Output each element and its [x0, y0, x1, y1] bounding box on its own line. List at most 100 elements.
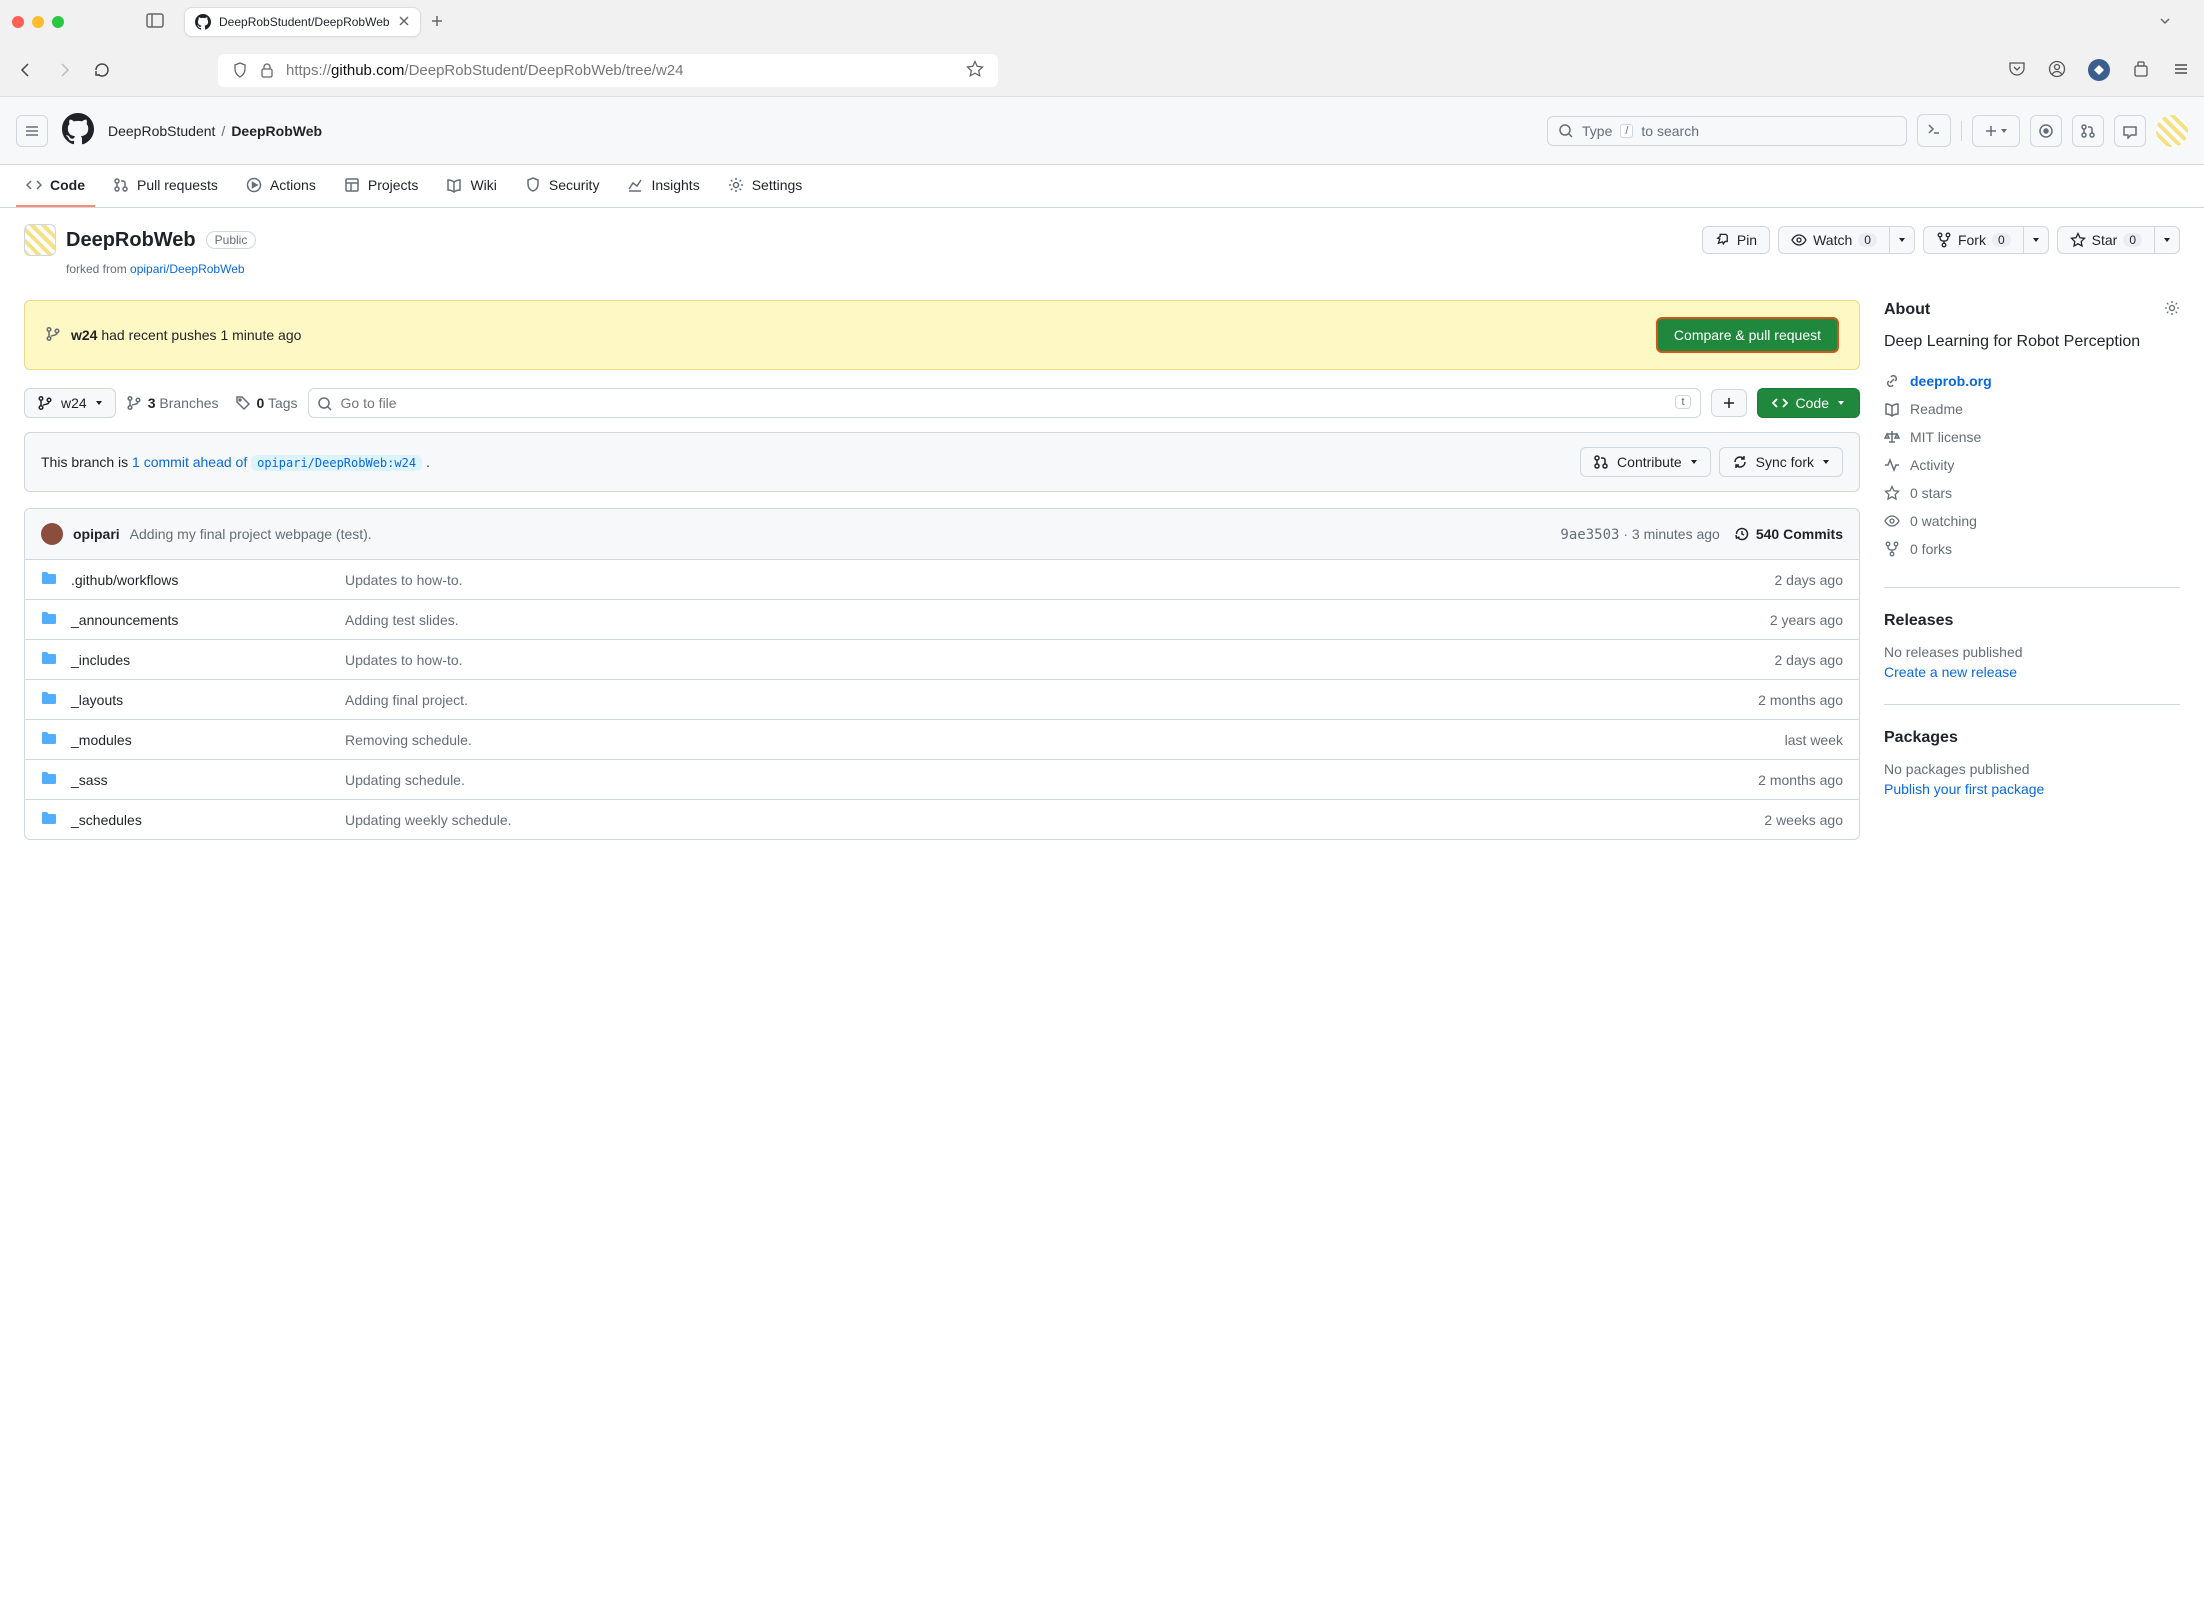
user-avatar[interactable]: [2156, 115, 2188, 147]
file-name[interactable]: _schedules: [71, 812, 331, 828]
website-link[interactable]: deeprob.org: [1910, 373, 1992, 389]
file-commit-message[interactable]: Updating schedule.: [345, 772, 1744, 788]
commit-author[interactable]: opipari: [73, 526, 120, 542]
tab-insights[interactable]: Insights: [617, 165, 709, 207]
new-tab-button[interactable]: [425, 9, 449, 36]
compare-pull-request-button[interactable]: Compare & pull request: [1656, 317, 1839, 353]
github-logo-icon[interactable]: [62, 113, 94, 148]
pull-requests-button[interactable]: [2072, 115, 2104, 147]
create-release-link[interactable]: Create a new release: [1884, 664, 2017, 680]
tab-wiki[interactable]: Wiki: [436, 165, 506, 207]
file-commit-message[interactable]: Adding test slides.: [345, 612, 1756, 628]
readme-row[interactable]: Readme: [1884, 395, 2180, 423]
file-commit-message[interactable]: Removing schedule.: [345, 732, 1771, 748]
file-name[interactable]: _sass: [71, 772, 331, 788]
file-name[interactable]: .github/workflows: [71, 572, 331, 588]
github-header: DeepRobStudent / DeepRobWeb Type / to se…: [0, 97, 2204, 165]
nav-menu-button[interactable]: [16, 115, 48, 147]
watching-row[interactable]: 0 watching: [1884, 507, 2180, 535]
tab-close-icon[interactable]: [398, 14, 410, 30]
branch-icon: [37, 395, 53, 411]
breadcrumb-repo[interactable]: DeepRobWeb: [231, 123, 322, 139]
caret-down-icon: [95, 399, 103, 407]
tab-security[interactable]: Security: [515, 165, 610, 207]
contribute-button[interactable]: Contribute: [1580, 447, 1711, 477]
pin-button[interactable]: Pin: [1702, 226, 1770, 254]
app-menu-icon[interactable]: [2172, 60, 2190, 81]
account-icon[interactable]: [2048, 60, 2066, 81]
extensions-icon[interactable]: [2132, 60, 2150, 81]
reload-button[interactable]: [90, 61, 114, 79]
file-name[interactable]: _includes: [71, 652, 331, 668]
add-file-button[interactable]: [1711, 389, 1747, 417]
issues-button[interactable]: [2030, 115, 2062, 147]
watch-button[interactable]: Watch 0: [1778, 226, 1890, 254]
tab-pull-requests[interactable]: Pull requests: [103, 165, 228, 207]
tag-icon: [235, 395, 251, 411]
file-name[interactable]: _layouts: [71, 692, 331, 708]
browser-tab[interactable]: DeepRobStudent/DeepRobWeb: [184, 7, 421, 37]
forward-button[interactable]: [52, 61, 76, 79]
star-dropdown[interactable]: [2155, 226, 2180, 254]
pocket-icon[interactable]: [2008, 60, 2026, 81]
fork-button[interactable]: Fork 0: [1923, 226, 2024, 254]
about-settings-button[interactable]: [2164, 300, 2180, 319]
tab-overflow-icon[interactable]: [2158, 14, 2172, 31]
sync-fork-button[interactable]: Sync fork: [1719, 447, 1843, 477]
tags-link[interactable]: 0 Tags: [235, 395, 298, 411]
maximize-window-button[interactable]: [52, 16, 64, 28]
commits-link[interactable]: 540 Commits: [1734, 526, 1843, 542]
branch-icon: [126, 395, 142, 411]
url-bar[interactable]: https://github.com/DeepRobStudent/DeepRo…: [218, 54, 998, 87]
bookmark-star-icon[interactable]: [966, 60, 984, 81]
file-commit-message[interactable]: Updates to how-to.: [345, 572, 1761, 588]
compare-ahead-link[interactable]: 1 commit ahead of: [132, 454, 247, 470]
file-age: 2 years ago: [1770, 612, 1843, 628]
minimize-window-button[interactable]: [32, 16, 44, 28]
file-commit-message[interactable]: Updating weekly schedule.: [345, 812, 1750, 828]
tab-settings[interactable]: Settings: [718, 165, 813, 207]
sidebar-toggle-icon[interactable]: [146, 13, 164, 31]
file-commit-message[interactable]: Adding final project.: [345, 692, 1744, 708]
branch-selector[interactable]: w24: [24, 388, 116, 418]
command-palette-button[interactable]: [1917, 114, 1951, 147]
watch-dropdown[interactable]: [1890, 226, 1915, 254]
file-commit-message[interactable]: Updates to how-to.: [345, 652, 1761, 668]
commit-message[interactable]: Adding my final project webpage (test).: [130, 526, 372, 542]
notifications-button[interactable]: [2114, 115, 2146, 147]
stars-row[interactable]: 0 stars: [1884, 479, 2180, 507]
fork-dropdown[interactable]: [2024, 226, 2049, 254]
back-button[interactable]: [14, 61, 38, 79]
activity-row[interactable]: Activity: [1884, 451, 2180, 479]
folder-icon: [41, 730, 57, 749]
branches-link[interactable]: 3 Branches: [126, 395, 219, 411]
tab-code[interactable]: Code: [16, 165, 95, 207]
go-to-file-input[interactable]: [308, 388, 1701, 418]
extension-icon[interactable]: [2088, 59, 2110, 81]
repo-owner-avatar[interactable]: [24, 224, 56, 256]
file-name[interactable]: _modules: [71, 732, 331, 748]
license-row[interactable]: MIT license: [1884, 423, 2180, 451]
repo-name[interactable]: DeepRobWeb: [66, 229, 196, 252]
publish-package-link[interactable]: Publish your first package: [1884, 781, 2044, 797]
folder-icon: [41, 570, 57, 589]
forks-row[interactable]: 0 forks: [1884, 535, 2180, 563]
commit-author-avatar[interactable]: [41, 523, 63, 545]
breadcrumb-owner[interactable]: DeepRobStudent: [108, 123, 215, 139]
code-dropdown-button[interactable]: Code: [1757, 388, 1860, 418]
file-age: 2 days ago: [1775, 572, 1844, 588]
file-row: .github/workflows Updates to how-to. 2 day…: [25, 560, 1859, 600]
caret-down-icon: [1837, 399, 1845, 407]
forked-from-link[interactable]: opipari/DeepRobWeb: [130, 262, 245, 276]
commit-sha[interactable]: 9ae3503: [1560, 527, 1619, 543]
file-list: opipari Adding my final project webpage …: [24, 508, 1860, 840]
file-name[interactable]: _announcements: [71, 612, 331, 628]
close-window-button[interactable]: [12, 16, 24, 28]
create-new-button[interactable]: [1972, 115, 2020, 147]
tab-actions[interactable]: Actions: [236, 165, 326, 207]
star-button[interactable]: Star 0: [2057, 226, 2155, 254]
base-branch-ref[interactable]: opipari/DeepRobWeb:w24: [251, 455, 422, 471]
about-heading: About: [1884, 301, 1930, 319]
tab-projects[interactable]: Projects: [334, 165, 429, 207]
search-input[interactable]: Type / to search: [1547, 116, 1907, 146]
